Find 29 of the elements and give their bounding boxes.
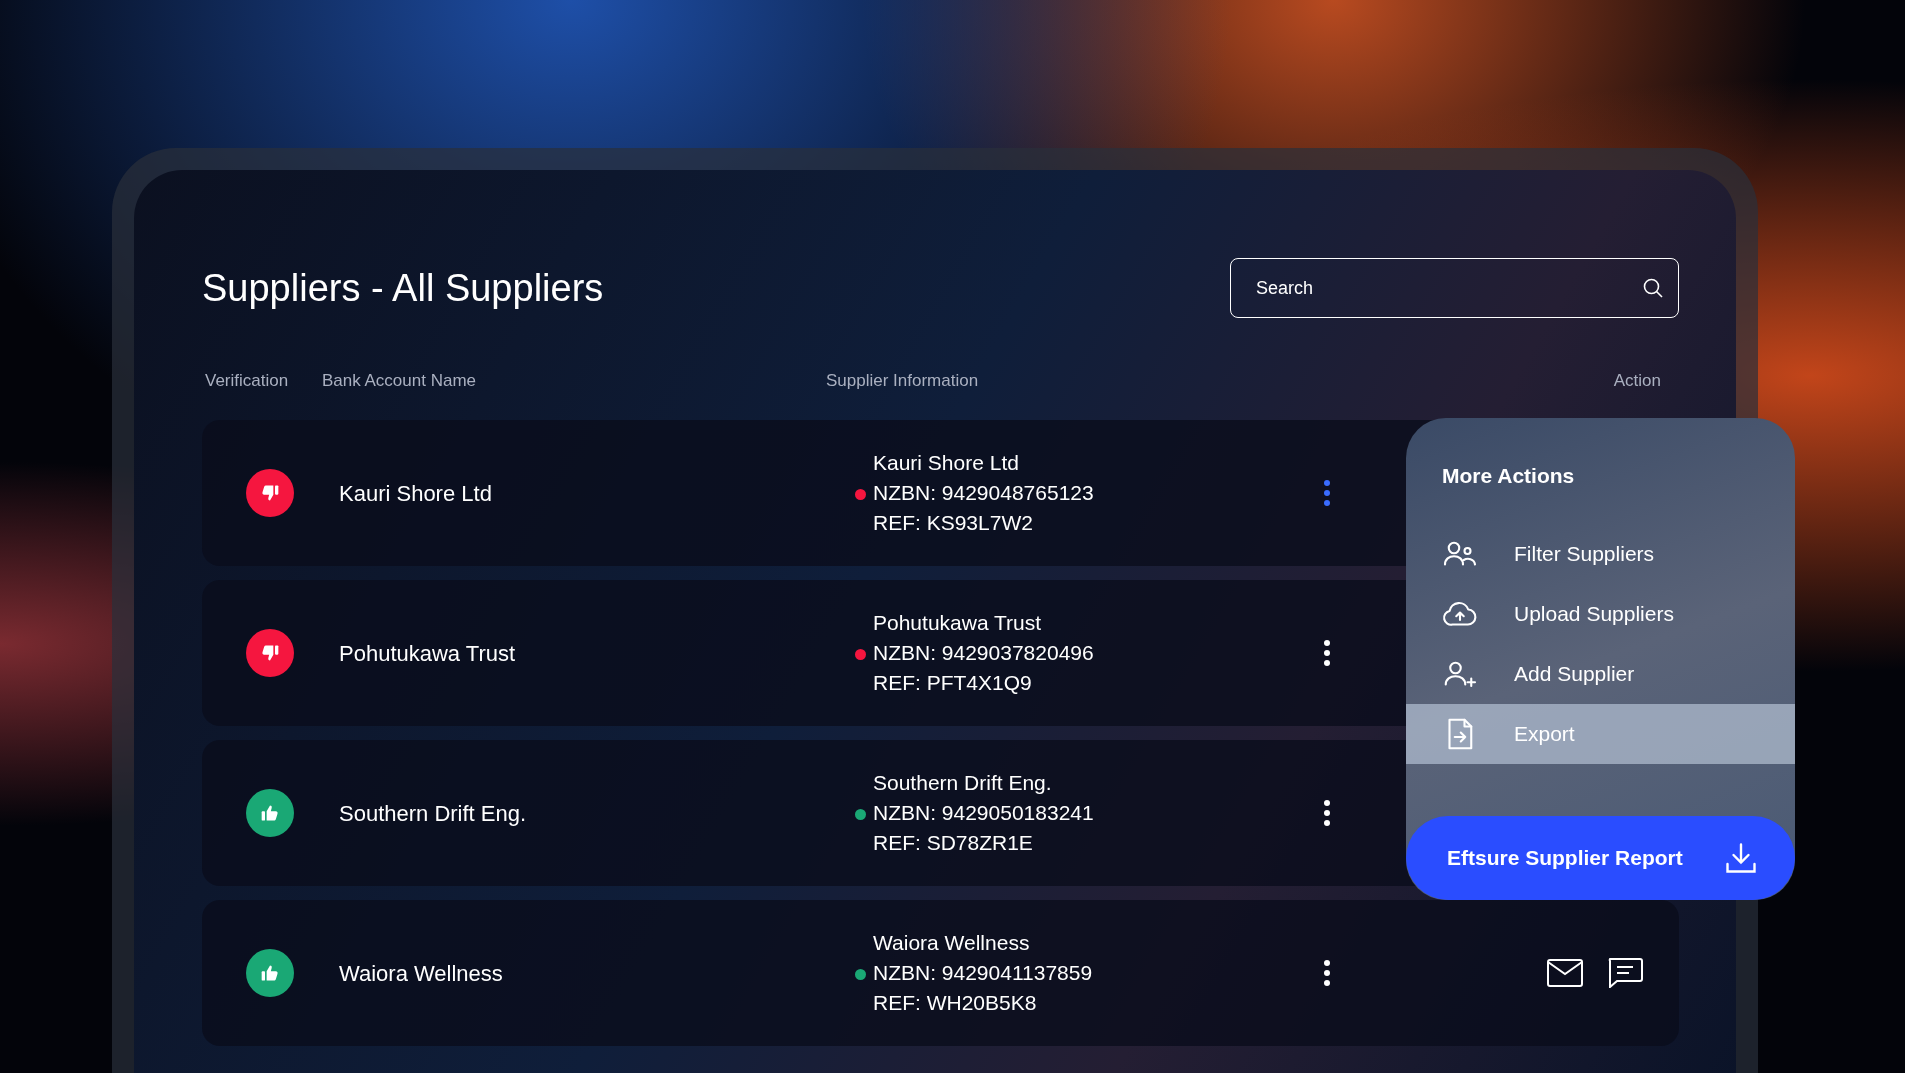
reference-code: REF: KS93L7W2 — [873, 510, 1033, 536]
column-header: Bank Account Name — [322, 370, 478, 393]
report-download-button[interactable]: Eftsure Supplier Report — [1406, 816, 1795, 900]
download-icon — [1723, 840, 1759, 876]
supplier-name: Waiora Wellness — [873, 930, 1030, 956]
supplier-row[interactable]: Waiora Wellness Waiora Wellness NZBN: 9429041137859 REF: WH20B5K8 — [202, 900, 1679, 1046]
bank-account-name: Waiora Wellness — [339, 959, 504, 988]
nzbn-number: NZBN: 9429037820496 — [873, 640, 1094, 666]
page-title: Suppliers - All Suppliers — [202, 265, 604, 311]
search-icon — [1641, 276, 1665, 300]
column-header: Verification — [204, 370, 290, 393]
supplier-name: Kauri Shore Ltd — [873, 450, 1019, 476]
bank-account-name: Pohutukawa Trust — [339, 639, 517, 668]
chat-icon[interactable] — [1607, 958, 1643, 988]
column-header: Supplier Information — [826, 370, 980, 393]
bank-account-name: Kauri Shore Ltd — [339, 479, 493, 508]
mail-icon[interactable] — [1547, 959, 1583, 987]
supplier-name: Southern Drift Eng. — [873, 770, 1052, 796]
column-header: Action — [1613, 370, 1662, 393]
reference-code: REF: PFT4X1Q9 — [873, 670, 1032, 696]
nzbn-number: NZBN: 9429050183241 — [873, 800, 1094, 826]
reference-code: REF: SD78ZR1E — [873, 830, 1033, 856]
reference-code: REF: WH20B5K8 — [873, 990, 1037, 1016]
nzbn-number: NZBN: 9429048765123 — [873, 480, 1094, 506]
search-field[interactable]: Search — [1230, 258, 1679, 318]
menu-title: More Actions — [1441, 463, 1575, 489]
nzbn-number: NZBN: 9429041137859 — [873, 960, 1093, 986]
bank-account-name: Southern Drift Eng. — [339, 799, 528, 828]
supplier-name: Pohutukawa Trust — [873, 610, 1042, 636]
